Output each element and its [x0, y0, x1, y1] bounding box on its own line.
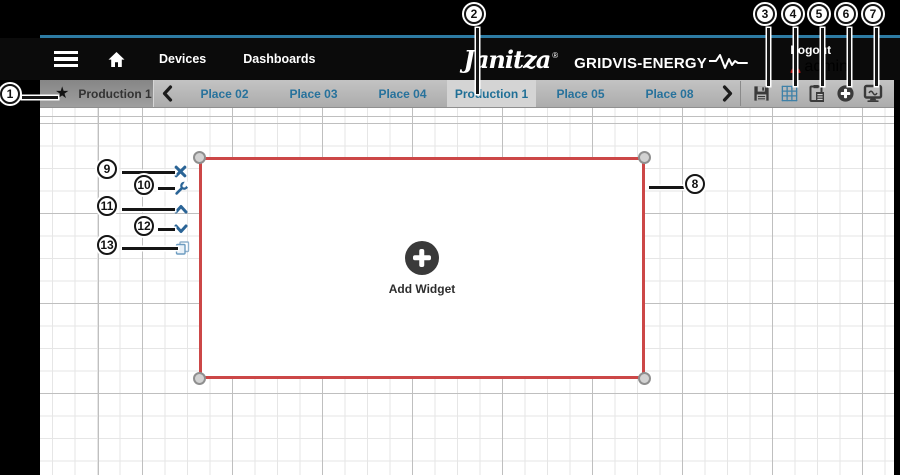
callout-5: 5: [809, 4, 829, 24]
home-icon: [108, 51, 125, 67]
move-down-icon: [174, 224, 188, 233]
tab-place-03[interactable]: Place 03: [269, 80, 358, 107]
callout-8: 8: [685, 174, 705, 194]
display-icon: [863, 84, 883, 102]
callout-13: 13: [97, 235, 117, 255]
callout-8-line: [649, 186, 687, 189]
registered-mark: ®: [552, 50, 559, 60]
chevron-right-icon: [722, 85, 732, 102]
tab-place-02[interactable]: Place 02: [180, 80, 269, 107]
paste-icon: [809, 85, 825, 102]
add-dashboard-button[interactable]: [834, 83, 856, 105]
callout-5-line: [821, 28, 824, 86]
chevron-left-icon: [162, 85, 172, 102]
product-name: GRIDVIS-ENERGY: [574, 54, 707, 72]
close-icon: [174, 165, 187, 178]
widget-move-up-button[interactable]: [174, 204, 188, 214]
right-black-strip: [894, 80, 900, 475]
callout-13-line: [122, 247, 178, 250]
callout-4-line: [794, 28, 797, 86]
dashboard-toolbar: [741, 80, 894, 107]
brand-logo-group: Janitza ® GRIDVIS-ENERGY: [464, 45, 749, 74]
current-user: admin: [790, 58, 848, 76]
wrench-icon: [175, 181, 189, 195]
callout-10-line: [158, 187, 175, 190]
selected-widget-frame[interactable]: Add Widget: [193, 151, 651, 385]
resize-handle-top-left[interactable]: [193, 151, 206, 164]
callout-1-line: [22, 96, 58, 99]
tabs-scroll-right-button[interactable]: [714, 80, 740, 107]
move-up-icon: [174, 205, 188, 214]
callout-10: 10: [134, 175, 154, 195]
save-icon: [754, 86, 769, 101]
home-button[interactable]: [107, 51, 126, 68]
grid-toggle-button[interactable]: [779, 83, 801, 105]
plus-icon: [404, 240, 439, 275]
widget-close-button[interactable]: [174, 165, 187, 178]
callout-3: 3: [755, 4, 775, 24]
paste-button[interactable]: [806, 83, 828, 105]
star-icon: ★: [55, 84, 70, 102]
resize-handle-top-right[interactable]: [638, 151, 651, 164]
save-button[interactable]: [751, 83, 773, 105]
grid-icon: [781, 85, 798, 102]
callout-7-line: [875, 28, 878, 86]
widget-settings-button[interactable]: [174, 181, 189, 196]
username-label: admin: [804, 57, 848, 75]
callout-9-line: [122, 171, 175, 174]
callout-9: 9: [97, 159, 117, 179]
callout-2: 2: [464, 4, 484, 24]
callout-11-line: [122, 208, 175, 211]
dashboard-tabbar: ★ Production 1 Place 02 Place 03 Place 0…: [40, 80, 894, 108]
resize-handle-bottom-right[interactable]: [638, 372, 651, 385]
hamburger-icon[interactable]: [54, 50, 78, 68]
main-navbar: Devices Dashboards Janitza ® GRIDVIS-ENE…: [0, 38, 900, 80]
display-mode-button[interactable]: [862, 83, 884, 105]
session-block: Logout admin: [790, 43, 848, 76]
tab-place-08[interactable]: Place 08: [625, 80, 714, 107]
accent-divider: [40, 35, 900, 38]
nav-item-dashboards[interactable]: Dashboards: [243, 52, 315, 66]
tab-production-1-active[interactable]: Production 1: [447, 80, 536, 107]
tabs-scroll-left-button[interactable]: [154, 80, 180, 107]
add-widget-label: Add Widget: [388, 281, 456, 296]
add-widget-button[interactable]: Add Widget: [388, 240, 456, 296]
callout-3-line: [767, 28, 770, 86]
callout-6: 6: [836, 4, 856, 24]
callout-1: 1: [0, 84, 20, 104]
callout-7: 7: [863, 4, 883, 24]
callout-6-line: [848, 28, 851, 86]
app-window: Devices Dashboards Janitza ® GRIDVIS-ENE…: [0, 0, 900, 475]
pulse-waveform-icon: [709, 53, 748, 69]
add-dashboard-icon: [837, 85, 854, 102]
logout-button[interactable]: Logout: [790, 43, 831, 57]
callout-4: 4: [783, 4, 803, 24]
tab-place-05[interactable]: Place 05: [536, 80, 625, 107]
widget-move-down-button[interactable]: [174, 224, 188, 234]
callout-12-line: [158, 228, 175, 231]
favorite-tab-label: Production 1: [78, 86, 152, 101]
resize-handle-bottom-left[interactable]: [193, 372, 206, 385]
callout-2-line: [476, 28, 479, 94]
tab-place-04[interactable]: Place 04: [358, 80, 447, 107]
nav-item-devices[interactable]: Devices: [159, 52, 206, 66]
callout-11: 11: [97, 196, 117, 216]
callout-12: 12: [134, 216, 154, 236]
favorite-dashboard-tab[interactable]: ★ Production 1: [40, 80, 154, 107]
